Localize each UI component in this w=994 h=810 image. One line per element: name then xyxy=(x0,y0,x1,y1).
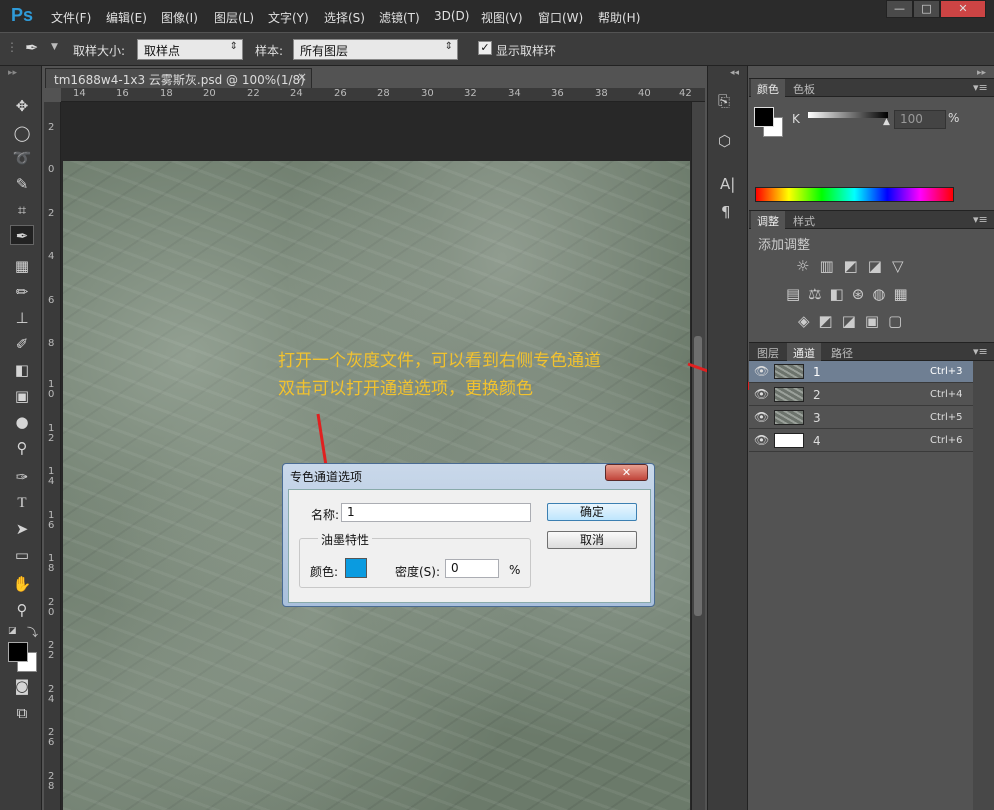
k-unit-label: % xyxy=(948,111,960,125)
add-adjustment-label: 添加调整 xyxy=(758,238,811,253)
k-value-input[interactable]: 100 xyxy=(894,110,946,129)
channel-thumbnail xyxy=(774,433,804,448)
tab-paths[interactable]: 路径 xyxy=(825,343,859,361)
adjustment-icons-row1[interactable]: ☼▥◩◪▽ xyxy=(796,257,914,275)
3d-panel-icon[interactable]: ⬡ xyxy=(718,132,731,150)
name-label: 名称: xyxy=(311,508,340,522)
foreground-color-swatch[interactable] xyxy=(754,107,774,127)
dialog-close-button[interactable]: ✕ xyxy=(605,464,648,481)
channels-scroll-area[interactable] xyxy=(973,361,994,810)
tab-styles[interactable]: 样式 xyxy=(787,211,821,229)
channel-name: 1 xyxy=(813,365,821,379)
channel-row[interactable]: 👁 4 Ctrl+6 xyxy=(749,430,973,452)
paragraph-panel-icon[interactable]: ¶ xyxy=(721,203,731,221)
tab-adjustments[interactable]: 调整 xyxy=(751,211,785,229)
eye-icon[interactable]: 👁 xyxy=(754,433,769,447)
channel-row[interactable]: 👁 3 Ctrl+5 xyxy=(749,407,973,429)
channel-row[interactable]: 👁 2 Ctrl+4 xyxy=(749,384,973,406)
collapse-icon[interactable]: ◂◂ xyxy=(730,68,739,78)
channel-shortcut: Ctrl+3 xyxy=(930,366,963,377)
tab-swatches[interactable]: 色板 xyxy=(787,79,821,97)
eye-icon[interactable]: 👁 xyxy=(754,364,769,378)
dialog-title: 专色通道选项 xyxy=(290,470,363,484)
ink-characteristics-label: 油墨特性 xyxy=(318,531,373,548)
channel-name: 2 xyxy=(813,388,821,402)
color-spectrum-bar[interactable] xyxy=(755,187,954,202)
channel-thumbnail xyxy=(774,410,804,425)
tab-color[interactable]: 颜色 xyxy=(751,79,785,97)
channel-thumbnail xyxy=(774,364,804,379)
history-panel-icon[interactable]: ⎘ xyxy=(718,92,730,110)
percent-label: % xyxy=(509,563,521,577)
channel-row[interactable]: 👁 1 Ctrl+3 xyxy=(749,361,973,383)
channel-k-label: K xyxy=(792,112,800,126)
cancel-button[interactable]: 取消 xyxy=(547,531,637,549)
ok-button[interactable]: 确定 xyxy=(547,503,637,521)
channel-name: 3 xyxy=(813,411,821,425)
panel-menu-icon[interactable]: ▾≡ xyxy=(967,211,994,229)
channel-shortcut: Ctrl+5 xyxy=(930,412,963,423)
eye-icon[interactable]: 👁 xyxy=(754,387,769,401)
tab-layers[interactable]: 图层 xyxy=(751,343,785,361)
channel-name: 4 xyxy=(813,434,821,448)
tab-channels[interactable]: 通道 xyxy=(787,343,821,361)
adjustment-icons-row3[interactable]: ◈◩◪▣▢ xyxy=(798,312,911,330)
adjustment-icons-row2[interactable]: ▤⚖◧⊛◍▦ xyxy=(786,285,916,303)
slider-handle-icon[interactable]: ▲ xyxy=(883,117,890,127)
channel-shortcut: Ctrl+6 xyxy=(930,435,963,446)
channel-thumbnail xyxy=(774,387,804,402)
color-label: 颜色: xyxy=(310,565,339,579)
panel-menu-icon[interactable]: ▾≡ xyxy=(967,343,994,361)
k-slider[interactable] xyxy=(808,112,888,118)
collapse-icon[interactable]: ▸▸ xyxy=(977,68,986,78)
name-input[interactable]: 1 xyxy=(341,503,531,522)
character-panel-icon[interactable]: A| xyxy=(720,175,735,193)
panel-menu-icon[interactable]: ▾≡ xyxy=(967,79,994,97)
eye-icon[interactable]: 👁 xyxy=(754,410,769,424)
ink-color-swatch[interactable] xyxy=(345,558,367,578)
solidity-input[interactable]: 0 xyxy=(445,559,499,578)
solidity-label: 密度(S): xyxy=(395,565,441,579)
channel-shortcut: Ctrl+4 xyxy=(930,389,963,400)
